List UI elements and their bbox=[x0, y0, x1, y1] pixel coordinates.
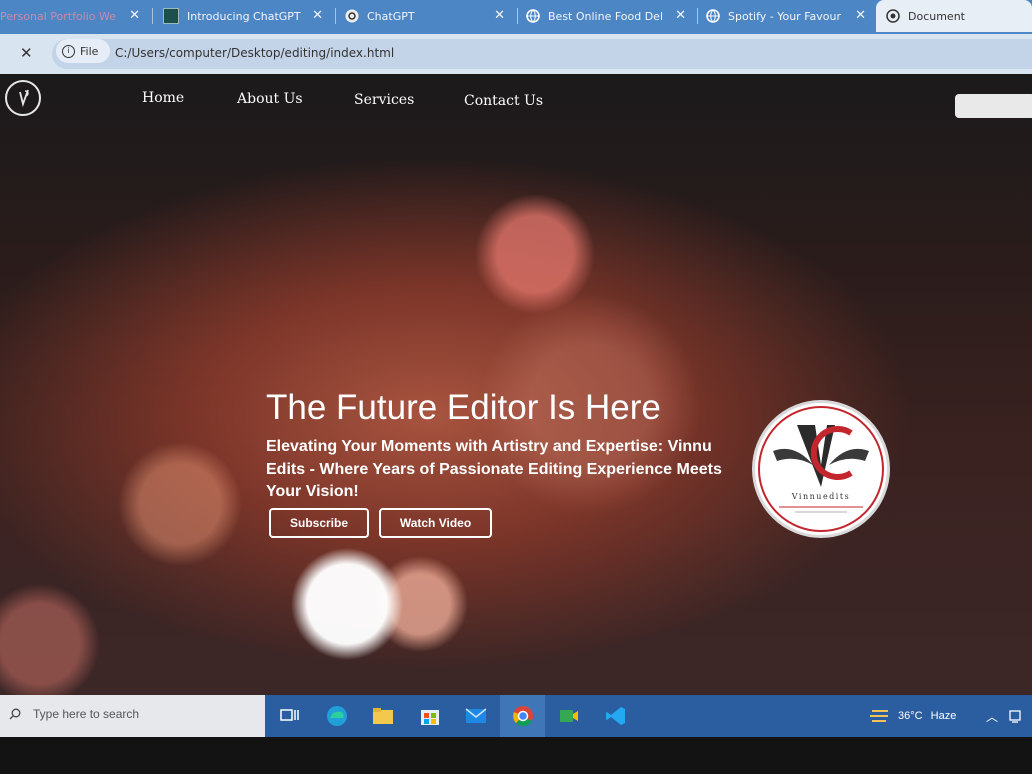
hero-title: The Future Editor Is Here bbox=[266, 388, 661, 427]
microsoft-store-icon[interactable] bbox=[418, 704, 442, 728]
vscode-icon[interactable] bbox=[604, 704, 628, 728]
browser-tab-bar: Personal Portfolio We ✕ Introducing Chat… bbox=[0, 0, 1032, 34]
taskbar: Type here to search 36°C Haze ︿ bbox=[0, 695, 1032, 737]
weather-description: Haze bbox=[930, 710, 957, 722]
mail-icon[interactable] bbox=[464, 704, 488, 728]
hero-subtitle: Elevating Your Moments with Artistry and… bbox=[266, 438, 722, 500]
close-icon[interactable]: ✕ bbox=[675, 8, 686, 23]
edge-icon[interactable] bbox=[325, 704, 349, 728]
nav-contact-us[interactable]: Contact Us bbox=[464, 93, 543, 109]
tab-title: ChatGPT bbox=[367, 9, 415, 23]
tab-separator bbox=[152, 8, 153, 24]
haze-weather-icon[interactable] bbox=[870, 707, 890, 725]
globe-icon bbox=[706, 9, 720, 23]
file-explorer-icon[interactable] bbox=[371, 704, 395, 728]
stop-loading-icon[interactable]: ✕ bbox=[20, 44, 33, 62]
tab-chatgpt[interactable]: ChatGPT ✕ bbox=[345, 0, 515, 32]
info-icon: i bbox=[62, 44, 75, 58]
globe-icon bbox=[526, 9, 540, 23]
document-icon bbox=[886, 9, 900, 23]
tab-separator bbox=[335, 8, 336, 24]
url-text[interactable]: C:/Users/computer/Desktop/editing/index.… bbox=[115, 46, 394, 60]
tab-personal-portfolio[interactable]: Personal Portfolio We ✕ bbox=[0, 0, 150, 32]
close-icon[interactable]: ✕ bbox=[312, 8, 323, 23]
chevron-up-icon[interactable]: ︿ bbox=[986, 708, 998, 725]
weather-temperature: 36°C bbox=[898, 710, 923, 722]
chrome-icon[interactable] bbox=[511, 704, 535, 728]
tab-title: Introducing ChatGPT bbox=[187, 9, 301, 23]
tab-title: Document bbox=[908, 9, 965, 23]
watch-video-button[interactable]: Watch Video bbox=[379, 508, 492, 538]
tab-document[interactable]: Document bbox=[876, 0, 1032, 32]
meet-icon[interactable] bbox=[557, 704, 581, 728]
laptop-bezel bbox=[0, 737, 1032, 774]
tab-title: Personal Portfolio We bbox=[0, 9, 117, 23]
page-icon bbox=[163, 8, 179, 24]
file-label: File bbox=[80, 44, 99, 58]
search-icon bbox=[9, 708, 21, 720]
site-info-chip[interactable]: i File bbox=[56, 39, 110, 63]
tab-introducing-chatgpt[interactable]: Introducing ChatGPT ✕ bbox=[163, 0, 333, 32]
weather-widget[interactable]: 36°C Haze bbox=[898, 710, 956, 722]
brand-logo-badge: Vinnuedits bbox=[752, 400, 890, 538]
tab-separator bbox=[517, 8, 518, 24]
chatgpt-icon bbox=[345, 9, 359, 23]
close-icon[interactable]: ✕ bbox=[129, 8, 140, 23]
site-logo[interactable] bbox=[5, 80, 41, 116]
tab-spotify[interactable]: Spotify - Your Favour ✕ bbox=[706, 0, 876, 32]
close-icon[interactable]: ✕ bbox=[494, 8, 505, 23]
tab-food-delivery[interactable]: Best Online Food Del ✕ bbox=[526, 0, 696, 32]
vinnuedits-logo-icon bbox=[758, 406, 884, 532]
tab-separator bbox=[697, 8, 698, 24]
logo-mark-icon bbox=[19, 89, 29, 108]
web-page: Home About Us Services Contact Us The Fu… bbox=[0, 74, 1032, 695]
subscribe-button[interactable]: Subscribe bbox=[269, 508, 369, 538]
nav-home[interactable]: Home bbox=[142, 90, 184, 106]
tab-title: Spotify - Your Favour bbox=[728, 9, 841, 23]
close-icon[interactable]: ✕ bbox=[855, 8, 866, 23]
taskbar-search-box[interactable]: Type here to search bbox=[0, 695, 265, 737]
search-input[interactable] bbox=[955, 94, 1032, 118]
network-icon[interactable] bbox=[1008, 709, 1022, 723]
task-view-icon[interactable] bbox=[278, 704, 302, 728]
nav-about-us[interactable]: About Us bbox=[237, 91, 303, 107]
taskbar-search-placeholder: Type here to search bbox=[33, 707, 140, 721]
nav-services[interactable]: Services bbox=[354, 92, 414, 108]
brand-logo-text: Vinnuedits bbox=[791, 492, 851, 501]
tab-title: Best Online Food Del bbox=[548, 9, 664, 23]
